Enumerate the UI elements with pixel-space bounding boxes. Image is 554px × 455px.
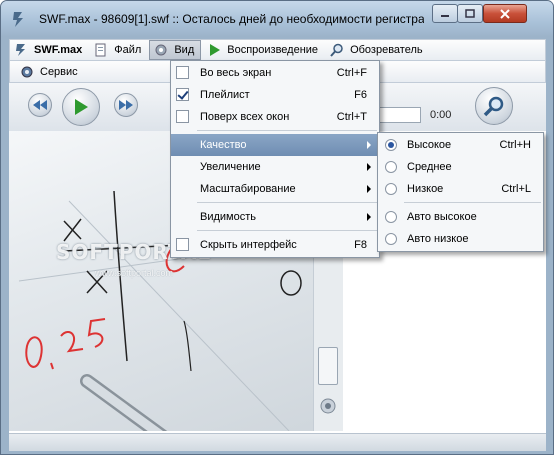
view-menu-item-hide-interface[interactable]: Скрыть интерфейс F8 [171,234,379,256]
menu-playback[interactable]: Воспроизведение [203,40,324,60]
browser-button[interactable] [475,87,513,125]
view-icon [155,44,167,56]
play-button-icon [75,99,88,115]
volume-knob-icon[interactable] [319,397,337,415]
file-icon [95,43,106,57]
time-display: 0:00 [430,109,452,121]
quality-item-auto-low-label: Авто низкое [407,233,469,245]
submenu-arrow-icon [367,185,371,193]
close-button[interactable] [483,4,527,23]
fast-forward-icon [119,100,133,110]
menu-file[interactable]: Файл [90,40,147,60]
submenu-arrow-icon [367,213,371,221]
quality-item-low[interactable]: Низкое Ctrl+L [378,178,543,200]
view-menu-item-hide-interface-label: Скрыть интерфейс [200,239,297,251]
minimize-button[interactable] [432,4,458,23]
view-menu-item-hide-interface-shortcut: F8 [354,239,367,251]
search-icon [330,43,343,57]
radio-icon [385,183,397,195]
selected-radio-icon [385,139,397,151]
menu-view[interactable]: Вид [149,40,202,60]
radio-icon [385,233,397,245]
view-menu-item-zoom-label: Увеличение [200,161,261,173]
softportal-url: www.softportal.com [95,268,174,278]
menu-separator [197,130,377,131]
menu-browser-label: Обозреватель [350,44,423,56]
quality-item-medium-label: Среднее [407,161,452,173]
quality-item-medium[interactable]: Среднее [378,156,543,178]
gear-icon [21,66,33,78]
radio-icon [385,161,397,173]
view-menu-item-scaling[interactable]: Масштабирование [171,178,379,200]
view-menu-item-playlist-label: Плейлист [200,89,250,101]
minimize-icon [441,14,449,17]
view-menu-item-visibility[interactable]: Видимость [171,206,379,228]
quality-item-auto-low[interactable]: Авто низкое [378,228,543,250]
fast-forward-button[interactable] [114,93,138,117]
view-menu-item-fullscreen[interactable]: Во весь экран Ctrl+F [171,62,379,84]
view-menu-item-always-on-top-shortcut: Ctrl+T [336,111,367,123]
menu-playback-label: Воспроизведение [227,44,319,56]
submenu-arrow-icon [367,163,371,171]
app-logo-icon [13,12,23,27]
play-icon [210,44,221,56]
menu-browser[interactable]: Обозреватель [326,40,429,60]
quality-item-auto-high[interactable]: Авто высокое [378,206,543,228]
view-menu-item-visibility-label: Видимость [200,211,256,223]
magnifier-icon [483,96,504,117]
menu-service-label: Сервис [40,66,78,78]
view-menu-item-always-on-top-label: Поверх всех окон [200,111,290,123]
view-menu-item-fullscreen-shortcut: Ctrl+F [336,67,367,79]
view-menu-item-playlist[interactable]: Плейлист F6 [171,84,379,106]
view-menu-item-fullscreen-label: Во весь экран [200,67,272,79]
menu-separator [197,230,377,231]
menu-separator [197,202,377,203]
scroll-thumb[interactable] [318,347,338,385]
view-menu-dropdown: Во весь экран Ctrl+F Плейлист F6 Поверх … [170,60,380,258]
title-bar[interactable]: SWF.max - 98609[1].swf :: Осталось дней … [1,1,553,37]
checkbox-icon [176,238,189,251]
maximize-button[interactable] [457,4,483,23]
view-menu-item-playlist-shortcut: F6 [354,89,367,101]
quality-submenu: Высокое Ctrl+H Среднее Низкое Ctrl+L Авт… [377,132,544,252]
quality-item-auto-high-label: Авто высокое [407,211,477,223]
menu-swfmax-label: SWF.max [34,44,83,56]
rewind-button[interactable] [28,93,52,117]
view-menu-item-quality[interactable]: Качество [171,134,379,156]
view-menu-item-always-on-top[interactable]: Поверх всех окон Ctrl+T [171,106,379,128]
menu-service[interactable]: Сервис [16,62,84,82]
quality-item-low-label: Низкое [407,183,444,195]
menu-bar: SWF.max Файл Вид Воспроизведение Обозрев… [9,39,546,61]
maximize-icon [465,9,475,18]
menu-swfmax[interactable]: SWF.max [10,40,88,60]
view-menu-item-quality-label: Качество [200,139,247,151]
play-button[interactable] [62,88,100,126]
window-title: SWF.max - 98609[1].swf :: Осталось дней … [39,12,424,26]
quality-item-high[interactable]: Высокое Ctrl+H [378,134,543,156]
radio-icon [385,211,397,223]
swfmax-logo-icon [16,44,25,56]
quality-item-high-label: Высокое [407,139,452,151]
menu-separator [404,202,541,203]
status-bar [9,433,546,451]
quality-item-high-shortcut: Ctrl+H [499,139,531,151]
close-icon [500,8,510,19]
checked-checkbox-icon [176,88,189,101]
menu-view-label: Вид [174,44,195,56]
submenu-arrow-icon [367,141,371,149]
view-menu-item-zoom[interactable]: Увеличение [171,156,379,178]
checkbox-icon [176,66,189,79]
checkbox-icon [176,110,189,123]
menu-file-label: Файл [114,44,142,56]
rewind-icon [33,100,47,110]
quality-item-low-shortcut: Ctrl+L [501,183,531,195]
view-menu-item-scaling-label: Масштабирование [200,183,296,195]
